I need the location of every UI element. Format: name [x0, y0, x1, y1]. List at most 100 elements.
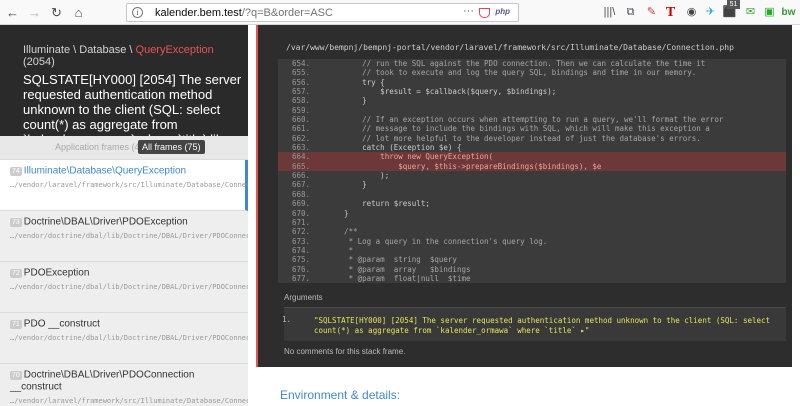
- frame-file-path: …/vendor/laravel/framework/src/Illuminat…: [10, 181, 248, 189]
- code-text: // message to include the bindings with …: [326, 124, 710, 134]
- frames-list: Application frames (4) All frames (75) 7…: [0, 136, 248, 406]
- code-line: 670. }: [278, 209, 786, 218]
- code-text: try {: [326, 77, 385, 87]
- forward-icon[interactable]: →: [25, 3, 44, 22]
- line-number: 675.: [291, 255, 310, 265]
- line-number: 676.: [291, 264, 310, 274]
- browser-toolbar: ← → ↻ ⌂ i kalender.bem.test/?q=B&order=A…: [0, 0, 800, 25]
- code-text: * @param string $query: [326, 255, 457, 265]
- code-block: 654. // run the SQL against the PDO conn…: [278, 59, 786, 283]
- frame-index: 73: [10, 217, 22, 227]
- frame-file-path: …/vendor/laravel/framework/src/Illuminat…: [10, 397, 248, 405]
- frame-file-path: …/vendor/doctrine/dbal/lib/Doctrine/DBAL…: [10, 283, 248, 291]
- frame-file: …/vendor/doctrine/dbal/lib/Doctrine/DBAL…: [10, 232, 248, 241]
- code-text: // took to execute and log the query SQL…: [326, 68, 697, 78]
- line-number: 670.: [291, 208, 310, 218]
- library-icon[interactable]: |||\: [601, 4, 618, 21]
- frame-file: …/vendor/doctrine/dbal/lib/Doctrine/DBAL…: [10, 334, 248, 343]
- code-text: * Log a query in the connection's query …: [326, 236, 548, 246]
- code-text: $result = $callback($query, $bindings);: [326, 87, 557, 97]
- page-actions-button[interactable]: ···: [463, 5, 474, 17]
- code-line: 675. * @param string $query: [278, 255, 786, 264]
- line-number: 677.: [291, 273, 310, 283]
- telegram-icon[interactable]: ✈: [702, 4, 719, 21]
- sidebar-icon[interactable]: ⧉: [622, 4, 639, 21]
- arguments-box: "SQLSTATE[HY000] [2054] The server reque…: [284, 307, 786, 341]
- code-text: }: [326, 208, 349, 218]
- frame-item[interactable]: 74 Illuminate\Database\QueryException …/ve…: [0, 160, 248, 211]
- code-file-path: /var/www/bempnj/bempnj-portal/vendor/lar…: [286, 43, 734, 52]
- line-number: 665.: [291, 161, 310, 171]
- url-text[interactable]: kalender.bem.test/?q=B&order=ASC: [155, 7, 333, 19]
- code-line: 672. /**: [278, 227, 786, 236]
- code-line: 677. * @param float|null $time: [278, 274, 786, 283]
- extension-icon[interactable]: ◉: [683, 4, 700, 21]
- line-number: 672.: [291, 227, 310, 237]
- frame-class: PDO __construct: [23, 318, 100, 330]
- frame-item[interactable]: 70 Doctrine\DBAL\Driver\PDOConnection __c…: [0, 364, 248, 406]
- code-line: 654. // run the SQL against the PDO conn…: [278, 59, 786, 68]
- frame-file: …/vendor/laravel/framework/src/Illuminat…: [10, 181, 248, 190]
- code-text: // If an exception occurs when attemptin…: [326, 115, 724, 125]
- argument-value[interactable]: "SQLSTATE[HY000] [2054] The server reque…: [314, 316, 779, 336]
- site-info-icon[interactable]: i: [132, 7, 143, 18]
- mail-icon[interactable]: ✉: [742, 4, 759, 21]
- line-number: 658.: [291, 96, 310, 106]
- line-number: 666.: [291, 171, 310, 181]
- code-text: /**: [326, 227, 358, 237]
- line-number: 667.: [291, 180, 310, 190]
- line-number: 656.: [291, 77, 310, 87]
- no-comments-text: No comments for this stack frame.: [284, 347, 406, 356]
- home-icon[interactable]: ⌂: [69, 3, 88, 22]
- tab-application-frames[interactable]: Application frames (4): [51, 140, 147, 154]
- line-number: 655.: [291, 68, 310, 78]
- code-line: 665. $query, $this->prepareBindings($bin…: [278, 161, 786, 172]
- code-panel: /var/www/bempnj/bempnj-portal/vendor/lar…: [256, 25, 792, 367]
- line-number: 660.: [291, 115, 310, 125]
- code-text: }: [326, 180, 367, 190]
- exception-message: SQLSTATE[HY000] [2054] The server reques…: [23, 72, 242, 136]
- code-text: *: [326, 245, 354, 255]
- bw-extension-icon[interactable]: bw: [780, 4, 797, 21]
- reload-icon[interactable]: ↻: [47, 3, 66, 22]
- code-line: 661. // message to include the bindings …: [278, 124, 786, 133]
- frame-item[interactable]: 73 Doctrine\DBAL\Driver\PDOException …/ven…: [0, 211, 248, 262]
- tab-all-frames[interactable]: All frames (75): [138, 140, 205, 154]
- green-extension-icon[interactable]: ▣: [761, 4, 778, 21]
- frame-index: 71: [10, 319, 22, 329]
- color-picker-icon[interactable]: ✎: [643, 4, 660, 21]
- frame-item[interactable]: 71 PDO __construct …/vendor/doctrine/dbal/…: [0, 313, 248, 364]
- exception-header: Illuminate \ Database \ QueryException (…: [0, 25, 248, 136]
- line-number: 674.: [291, 245, 310, 255]
- frame-file-path: …/vendor/doctrine/dbal/lib/Doctrine/DBAL…: [10, 232, 248, 240]
- code-line: 676. * @param array $bindings: [278, 265, 786, 274]
- pocket-icon[interactable]: [479, 8, 490, 18]
- address-bar[interactable]: i kalender.bem.test/?q=B&order=ASC ··· p…: [126, 3, 519, 22]
- code-line: 657. $result = $callback($query, $bindin…: [278, 87, 786, 96]
- code-line: 662. // lot more helpful to the develope…: [278, 134, 786, 143]
- frame-tabs: Application frames (4) All frames (75): [0, 136, 248, 160]
- line-number: 669.: [291, 199, 310, 209]
- frame-class: Illuminate\Database\QueryException: [23, 165, 187, 177]
- code-line: 663. catch (Exception $e) {: [278, 143, 786, 152]
- translate-icon[interactable]: T: [662, 4, 679, 21]
- line-number: 663.: [291, 143, 310, 153]
- frame-item[interactable]: 72 PDOException …/vendor/doctrine/dbal/lib…: [0, 262, 248, 313]
- line-number: 661.: [291, 124, 310, 134]
- line-number: 662.: [291, 133, 310, 143]
- frame-index: 74: [10, 166, 22, 176]
- back-icon[interactable]: ←: [3, 3, 22, 22]
- code-text: catch (Exception $e) {: [326, 143, 462, 153]
- code-line: 667. }: [278, 180, 786, 189]
- code-line: 660. // If an exception occurs when atte…: [278, 115, 786, 124]
- argument-number: 1.: [282, 315, 292, 324]
- code-text: // run the SQL against the PDO connectio…: [326, 59, 706, 68]
- extension-badge: 51: [727, 0, 740, 9]
- php-extension-icon[interactable]: php: [495, 7, 510, 16]
- code-line: 655. // took to execute and log the quer…: [278, 68, 786, 77]
- code-text: }: [326, 96, 367, 106]
- line-number: 654.: [291, 59, 310, 68]
- line-number: 664.: [291, 152, 310, 162]
- code-line: 668.: [278, 190, 786, 199]
- code-line: 671.: [278, 218, 786, 227]
